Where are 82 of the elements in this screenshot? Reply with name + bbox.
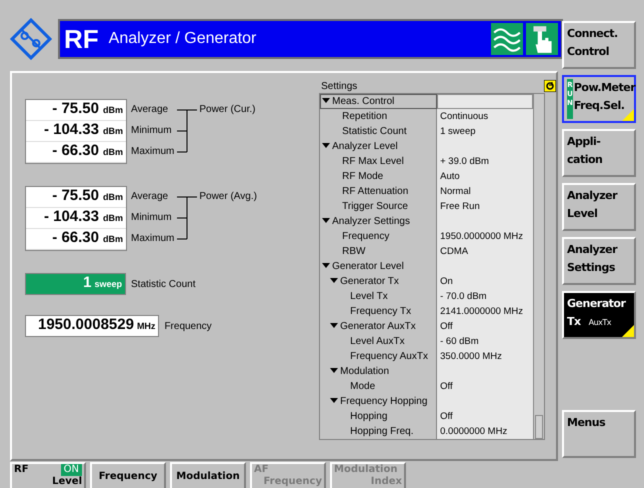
- reading-field: - 104.33 dBm: [26, 121, 126, 142]
- setting-label[interactable]: RF Max Level: [320, 154, 438, 169]
- setting-label[interactable]: Frequency: [320, 229, 438, 244]
- setting-label[interactable]: Trigger Source: [320, 199, 438, 214]
- reading-label: Maximum: [131, 145, 174, 159]
- setting-value-cell[interactable]: On: [437, 274, 534, 289]
- setting-value-cell[interactable]: Normal: [437, 184, 534, 199]
- softkey-button[interactable]: Connect. Control: [562, 21, 636, 69]
- statistic-count-field: 1 sweep: [25, 273, 126, 295]
- caret-icon[interactable]: [322, 141, 330, 149]
- reading-field: - 66.30 dBm: [26, 229, 126, 250]
- setting-label[interactable]: Analyzer Settings: [320, 214, 438, 229]
- reading-field: - 104.33 dBm: [26, 208, 126, 229]
- setting-label[interactable]: Frequency Tx: [320, 304, 438, 319]
- group-label: Power (Cur.): [199, 103, 256, 117]
- hotkey-button[interactable]: RF ON Level: [10, 462, 86, 488]
- setting-label[interactable]: Repetition: [320, 109, 438, 124]
- setting-value-cell[interactable]: 2141.0000000 MHz: [437, 304, 534, 319]
- setting-label[interactable]: Hopping: [320, 409, 438, 424]
- frequency-field: 1950.0008529 MHz: [25, 315, 160, 337]
- setting-label[interactable]: Frequency Hopping: [320, 394, 438, 409]
- softkey-button[interactable]: Appli- cation: [562, 129, 636, 177]
- setting-value-cell[interactable]: Off: [437, 409, 534, 424]
- setting-label[interactable]: RF Attenuation: [320, 184, 438, 199]
- setting-value-cell[interactable]: Off: [437, 319, 534, 334]
- setting-value-cell[interactable]: + 39.0 dBm: [437, 154, 534, 169]
- reading-field: - 75.50 dBm: [26, 187, 126, 208]
- title-sub: Analyzer / Generator: [108, 30, 256, 48]
- reading-label: Minimum: [131, 211, 173, 225]
- setting-value-cell[interactable]: [437, 94, 534, 109]
- reading-field: - 75.50 dBm: [26, 100, 126, 121]
- setting-label[interactable]: RBW: [320, 244, 438, 259]
- scrollbar[interactable]: [533, 94, 544, 439]
- setting-label[interactable]: Generator Tx: [320, 274, 438, 289]
- field-label: Frequency: [164, 320, 212, 332]
- setting-value-cell[interactable]: 350.0000 MHz: [437, 349, 534, 364]
- setting-value-cell[interactable]: Continuous: [437, 109, 534, 124]
- setting-value-cell[interactable]: Off: [437, 379, 534, 394]
- setting-label[interactable]: Frequency AuxTx: [320, 349, 438, 364]
- field-label: Statistic Count: [131, 278, 196, 290]
- reading-field: - 66.30 dBm: [26, 142, 126, 163]
- caret-icon[interactable]: [322, 96, 330, 104]
- setting-label[interactable]: Modulation: [320, 364, 438, 379]
- hand-pointer-icon: [526, 22, 558, 56]
- hotkey-button[interactable]: Modulation: [170, 462, 246, 488]
- softkey-button[interactable]: Analyzer Level: [562, 183, 636, 231]
- setting-label[interactable]: Meas. Control: [320, 94, 438, 109]
- settings-title: Settings: [321, 80, 358, 92]
- setting-label[interactable]: Level Tx: [320, 289, 438, 304]
- reading-label: Average: [131, 103, 170, 117]
- wave-icon: [491, 22, 523, 56]
- diamond-logo-icon: [10, 18, 52, 60]
- caret-icon[interactable]: [330, 366, 338, 374]
- setting-value-cell[interactable]: 0.0000000 MHz: [437, 424, 534, 439]
- setting-label[interactable]: Analyzer Level: [320, 139, 438, 154]
- caret-icon[interactable]: [330, 321, 338, 329]
- reading-label: Average: [131, 190, 170, 204]
- setting-label[interactable]: RF Mode: [320, 169, 438, 184]
- setting-value-cell[interactable]: Auto: [437, 169, 534, 184]
- softkey-button[interactable]: Analyzer Settings: [562, 237, 636, 285]
- setting-label[interactable]: Generator Level: [320, 259, 438, 274]
- refresh-icon[interactable]: [544, 80, 556, 92]
- setting-value-cell[interactable]: CDMA: [437, 244, 534, 259]
- reading-label: Minimum: [131, 124, 173, 138]
- caret-icon[interactable]: [322, 216, 330, 224]
- caret-icon[interactable]: [330, 396, 338, 404]
- setting-value-cell[interactable]: 1 sweep: [437, 124, 534, 139]
- hotkey-button[interactable]: Frequency: [90, 462, 166, 488]
- setting-label[interactable]: Statistic Count: [320, 124, 438, 139]
- setting-value-cell[interactable]: - 60 dBm: [437, 334, 534, 349]
- setting-label[interactable]: Level AuxTx: [320, 334, 438, 349]
- setting-label[interactable]: Hopping Freq.: [320, 424, 438, 439]
- title-main: RF: [64, 24, 99, 54]
- group-label: Power (Avg.): [199, 190, 257, 204]
- setting-value-cell[interactable]: Free Run: [437, 199, 534, 214]
- setting-value-cell[interactable]: 1950.0000000 MHz: [437, 229, 534, 244]
- setting-label[interactable]: Mode: [320, 379, 438, 394]
- softkey-button[interactable]: Menus: [562, 410, 636, 458]
- setting-value-cell[interactable]: - 70.0 dBm: [437, 289, 534, 304]
- setting-label[interactable]: Generator AuxTx: [320, 319, 438, 334]
- softkey-button[interactable]: Generator Tx AuxTx: [562, 291, 636, 339]
- reading-label: Maximum: [131, 232, 174, 246]
